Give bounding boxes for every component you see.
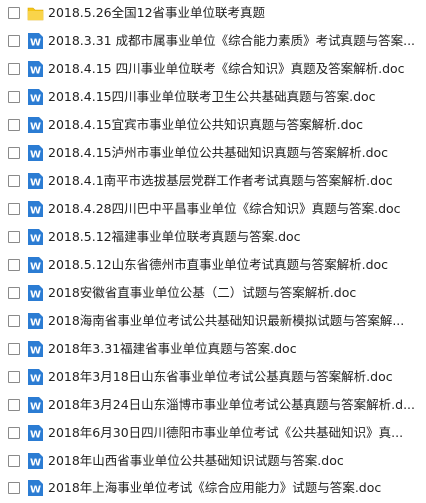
word-doc-icon: W [28, 425, 43, 441]
row-checkbox[interactable] [8, 371, 20, 383]
word-doc-icon: W [28, 257, 43, 273]
list-item[interactable]: 2018.5.26全国12省事业单位联考真题 [0, 1, 426, 28]
word-doc-icon: W [28, 61, 43, 77]
word-doc-icon: W [28, 89, 43, 105]
svg-text:W: W [30, 346, 41, 357]
file-name: 2018.4.15宜宾市事业单位公共知识真题与答案解析.doc [48, 117, 364, 132]
list-item[interactable]: W 2018年6月30日四川德阳市事业单位考试《公共基础知识》真... [0, 421, 426, 448]
row-checkbox[interactable] [8, 175, 20, 187]
file-name: 2018海南省事业单位考试公共基础知识最新模拟试题与答案解... [48, 313, 405, 328]
svg-text:W: W [30, 94, 41, 105]
word-doc-icon: W [28, 201, 43, 217]
file-name: 2018.5.12福建事业单位联考真题与答案.doc [48, 229, 301, 244]
file-name: 2018年上海事业单位考试《综合应用能力》试题与答案.doc [48, 480, 382, 495]
row-checkbox[interactable] [8, 315, 20, 327]
list-item[interactable]: W 2018年山西省事业单位公共基础知识试题与答案.doc [0, 449, 426, 476]
row-checkbox[interactable] [8, 399, 20, 411]
list-item[interactable]: W 2018.4.15泸州市事业单位公共基础知识真题与答案解析.doc [0, 141, 426, 168]
svg-text:W: W [30, 402, 41, 413]
svg-text:W: W [30, 485, 41, 496]
svg-text:W: W [30, 374, 41, 385]
file-name: 2018年3.31福建省事业单位真题与答案.doc [48, 341, 297, 356]
file-name: 2018.5.12山东省德州市直事业单位考试真题与答案解析.doc [48, 257, 389, 272]
row-checkbox[interactable] [8, 91, 20, 103]
svg-text:W: W [30, 290, 41, 301]
row-checkbox[interactable] [8, 287, 20, 299]
row-checkbox[interactable] [8, 343, 20, 355]
svg-text:W: W [30, 150, 41, 161]
word-doc-icon: W [28, 480, 43, 496]
list-item[interactable]: W 2018年上海事业单位考试《综合应用能力》试题与答案.doc [0, 476, 426, 503]
word-doc-icon: W [28, 397, 43, 413]
svg-text:W: W [30, 430, 41, 441]
list-item[interactable]: W 2018.3.31 成都市属事业单位《综合能力素质》考试真题与答案... [0, 29, 426, 56]
file-list: 2018.5.26全国12省事业单位联考真题 W 2018.3.31 成都市属事… [0, 0, 426, 502]
file-name: 2018.4.15泸州市事业单位公共基础知识真题与答案解析.doc [48, 145, 389, 160]
svg-text:W: W [30, 38, 41, 49]
row-checkbox[interactable] [8, 35, 20, 47]
svg-text:W: W [30, 178, 41, 189]
file-name: 2018年3月18日山东省事业单位考试公基真题与答案解析.doc [48, 369, 393, 384]
svg-text:W: W [30, 206, 41, 217]
row-checkbox[interactable] [8, 455, 20, 467]
list-item[interactable]: W 2018年3月24日山东淄博市事业单位考试公基真题与答案解析.d... [0, 393, 426, 420]
word-doc-icon: W [28, 33, 43, 49]
word-doc-icon: W [28, 117, 43, 133]
word-doc-icon: W [28, 229, 43, 245]
list-item[interactable]: W 2018.5.12山东省德州市直事业单位考试真题与答案解析.doc [0, 253, 426, 280]
list-item[interactable]: W 2018.4.15宜宾市事业单位公共知识真题与答案解析.doc [0, 113, 426, 140]
row-checkbox[interactable] [8, 63, 20, 75]
file-name: 2018安徽省直事业单位公基（二）试题与答案解析.doc [48, 285, 357, 300]
word-doc-icon: W [28, 341, 43, 357]
folder-icon [27, 7, 44, 21]
svg-text:W: W [30, 66, 41, 77]
row-checkbox[interactable] [8, 147, 20, 159]
file-name: 2018.4.15 四川事业单位联考《综合知识》真题及答案解析.doc [48, 61, 405, 76]
list-item[interactable]: W 2018.4.28四川巴中平昌事业单位《综合知识》真题与答案.doc [0, 197, 426, 224]
word-doc-icon: W [28, 313, 43, 329]
row-checkbox[interactable] [8, 203, 20, 215]
file-name: 2018.3.31 成都市属事业单位《综合能力素质》考试真题与答案... [48, 33, 416, 48]
svg-text:W: W [30, 122, 41, 133]
list-item[interactable]: W 2018.4.15四川事业单位联考卫生公共基础真题与答案.doc [0, 85, 426, 112]
file-name: 2018.4.28四川巴中平昌事业单位《综合知识》真题与答案.doc [48, 201, 401, 216]
row-checkbox[interactable] [8, 259, 20, 271]
list-item[interactable]: W 2018年3.31福建省事业单位真题与答案.doc [0, 337, 426, 364]
word-doc-icon: W [28, 145, 43, 161]
svg-text:W: W [30, 458, 41, 469]
svg-text:W: W [30, 318, 41, 329]
word-doc-icon: W [28, 285, 43, 301]
list-item[interactable]: W 2018年3月18日山东省事业单位考试公基真题与答案解析.doc [0, 365, 426, 392]
word-doc-icon: W [28, 369, 43, 385]
word-doc-icon: W [28, 453, 43, 469]
list-item[interactable]: W 2018安徽省直事业单位公基（二）试题与答案解析.doc [0, 281, 426, 308]
row-checkbox[interactable] [8, 231, 20, 243]
file-name: 2018年6月30日四川德阳市事业单位考试《公共基础知识》真... [48, 425, 404, 440]
row-checkbox[interactable] [8, 119, 20, 131]
list-item[interactable]: W 2018海南省事业单位考试公共基础知识最新模拟试题与答案解... [0, 309, 426, 336]
row-checkbox[interactable] [8, 7, 20, 19]
row-checkbox[interactable] [8, 482, 20, 494]
file-name: 2018.5.26全国12省事业单位联考真题 [48, 5, 266, 20]
list-item[interactable]: W 2018.5.12福建事业单位联考真题与答案.doc [0, 225, 426, 252]
list-item[interactable]: W 2018.4.15 四川事业单位联考《综合知识》真题及答案解析.doc [0, 57, 426, 84]
row-checkbox[interactable] [8, 427, 20, 439]
svg-text:W: W [30, 234, 41, 245]
file-name: 2018年3月24日山东淄博市事业单位考试公基真题与答案解析.d... [48, 397, 415, 412]
file-name: 2018.4.1南平市选拔基层党群工作者考试真题与答案解析.doc [48, 173, 393, 188]
file-name: 2018.4.15四川事业单位联考卫生公共基础真题与答案.doc [48, 89, 376, 104]
file-name: 2018年山西省事业单位公共基础知识试题与答案.doc [48, 453, 344, 468]
word-doc-icon: W [28, 173, 43, 189]
list-item[interactable]: W 2018.4.1南平市选拔基层党群工作者考试真题与答案解析.doc [0, 169, 426, 196]
svg-text:W: W [30, 262, 41, 273]
